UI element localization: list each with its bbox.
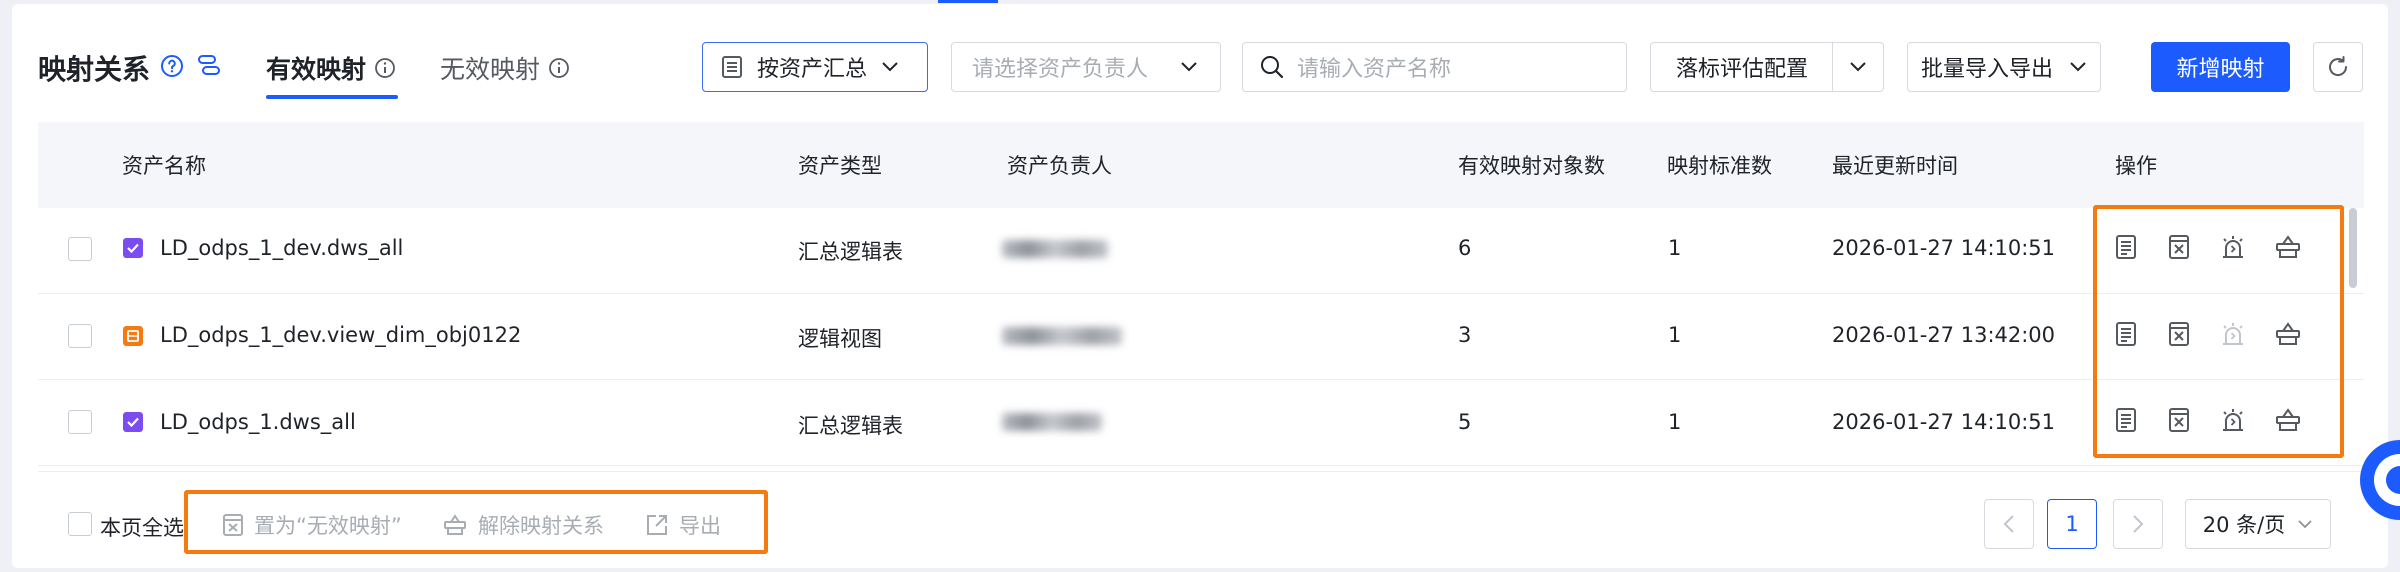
batch-import-export-button[interactable]: 批量导入导出 — [1907, 42, 2101, 92]
export-button[interactable]: 导出 — [645, 510, 721, 540]
chevron-down-icon — [2070, 62, 2086, 72]
valid-object-count: 6 — [1458, 236, 1472, 260]
tab-valid-mapping-label: 有效映射 — [266, 55, 367, 84]
standard-count: 1 — [1668, 323, 1682, 347]
column-header-updated-time: 最近更新时间 — [1832, 154, 1958, 178]
column-header-actions: 操作 — [2115, 154, 2157, 178]
chevron-right-icon — [2133, 515, 2144, 533]
info-icon — [549, 58, 569, 78]
pagination-page-1[interactable]: 1 — [2047, 499, 2097, 549]
document-icon — [722, 56, 742, 78]
standard-count: 1 — [1668, 410, 1682, 434]
chevron-left-icon — [2003, 515, 2014, 533]
owner-select-placeholder: 请选择资产负责人 — [972, 57, 1149, 82]
column-header-valid-objects: 有效映射对象数 — [1458, 154, 1605, 178]
owner-select[interactable]: 请选择资产负责人 — [951, 42, 1221, 92]
page-title: 映射关系 — [38, 53, 151, 86]
asset-search-input[interactable]: 请输入资产名称 — [1242, 42, 1627, 92]
owner-redacted — [1002, 240, 1108, 258]
refresh-button[interactable] — [2313, 42, 2363, 92]
page-size-select[interactable]: 20 条/页 — [2185, 499, 2331, 549]
active-tab-indicator — [266, 95, 398, 99]
alarm-icon[interactable] — [2219, 233, 2247, 261]
batch-import-export-label: 批量导入导出 — [1920, 57, 2053, 82]
add-mapping-label: 新增映射 — [2176, 57, 2265, 82]
valid-object-count: 5 — [1458, 410, 1472, 434]
updated-time: 2026-01-27 14:10:51 — [1832, 410, 2056, 434]
summary-table-icon — [123, 412, 143, 432]
set-invalid-button[interactable]: 置为“无效映射” — [222, 510, 402, 540]
pagination-prev-button[interactable] — [1984, 499, 2034, 549]
page-size-label: 20 条/页 — [2202, 513, 2286, 537]
asset-type: 汇总逻辑表 — [798, 414, 903, 438]
footer-divider — [38, 471, 2364, 472]
select-all-label[interactable]: 本页全选 — [100, 512, 184, 542]
unlink-icon[interactable] — [2274, 320, 2302, 348]
unlink-icon — [444, 514, 466, 535]
asset-type: 汇总逻辑表 — [798, 240, 903, 264]
pagination-next-button[interactable] — [2113, 499, 2163, 549]
table-header — [38, 122, 2364, 208]
unlink-icon[interactable] — [2274, 406, 2302, 434]
refresh-icon — [2329, 56, 2348, 76]
asset-name[interactable]: LD_odps_1.dws_all — [160, 410, 356, 434]
remove-mapping-button[interactable]: 解除映射关系 — [442, 510, 604, 540]
detail-icon[interactable] — [2112, 233, 2140, 261]
tab-valid-mapping[interactable]: 有效映射 — [266, 50, 396, 86]
export-label: 导出 — [679, 514, 721, 538]
set-invalid-icon[interactable] — [2165, 320, 2193, 348]
chevron-down-icon — [882, 62, 898, 72]
search-placeholder: 请输入资产名称 — [1297, 57, 1452, 82]
logical-view-icon — [123, 326, 143, 346]
updated-time: 2026-01-27 13:42:00 — [1832, 323, 2056, 347]
evaluation-config-label: 落标评估配置 — [1675, 57, 1808, 82]
chevron-down-icon — [1850, 62, 1866, 72]
select-all-checkbox[interactable] — [68, 512, 92, 536]
detail-icon[interactable] — [2112, 320, 2140, 348]
row-checkbox[interactable] — [68, 410, 92, 434]
view-switch-icon[interactable] — [196, 52, 222, 78]
updated-time: 2026-01-27 14:10:51 — [1832, 236, 2056, 260]
unlink-icon[interactable] — [2274, 233, 2302, 261]
assistant-icon — [2386, 466, 2400, 494]
standard-count: 1 — [1668, 236, 1682, 260]
set-invalid-icon[interactable] — [2165, 406, 2193, 434]
export-icon — [647, 515, 667, 535]
owner-redacted — [1002, 327, 1122, 345]
chevron-down-icon — [2298, 520, 2312, 529]
column-header-asset-name: 资产名称 — [122, 154, 206, 178]
tab-invalid-mapping-label: 无效映射 — [440, 55, 541, 84]
search-icon — [1261, 56, 1284, 79]
remove-mapping-label: 解除映射关系 — [478, 514, 604, 538]
column-header-owner: 资产负责人 — [1007, 154, 1112, 178]
chevron-down-icon — [1181, 62, 1197, 72]
help-icon[interactable] — [160, 54, 184, 78]
asset-name[interactable]: LD_odps_1_dev.dws_all — [160, 236, 403, 260]
set-invalid-label: 置为“无效映射” — [254, 514, 402, 538]
page-header: 映射关系 有效映射 无效映射 按资产汇总 请选择资产负责人 请输入资产名称 落标… — [0, 0, 2400, 120]
column-header-asset-type: 资产类型 — [798, 154, 882, 178]
add-mapping-button[interactable]: 新增映射 — [2151, 42, 2290, 92]
group-by-select[interactable]: 按资产汇总 — [702, 42, 928, 92]
tab-invalid-mapping[interactable]: 无效映射 — [440, 50, 570, 86]
info-icon — [375, 58, 395, 78]
asset-name[interactable]: LD_odps_1_dev.view_dim_obj0122 — [160, 323, 521, 347]
evaluation-config-dropdown[interactable] — [1832, 42, 1884, 92]
evaluation-config-button[interactable]: 落标评估配置 — [1650, 42, 1834, 92]
detail-icon[interactable] — [2112, 406, 2140, 434]
owner-redacted — [1002, 413, 1102, 431]
asset-type: 逻辑视图 — [798, 327, 882, 351]
invalid-doc-icon — [223, 514, 243, 536]
set-invalid-icon[interactable] — [2165, 233, 2193, 261]
alarm-icon[interactable] — [2219, 406, 2247, 434]
row-checkbox[interactable] — [68, 237, 92, 261]
valid-object-count: 3 — [1458, 323, 1472, 347]
group-by-label: 按资产汇总 — [757, 57, 868, 82]
column-header-standard-count: 映射标准数 — [1667, 154, 1772, 178]
alarm-icon[interactable] — [2219, 320, 2247, 348]
table-scrollbar[interactable] — [2349, 208, 2357, 288]
summary-table-icon — [123, 238, 143, 258]
row-checkbox[interactable] — [68, 324, 92, 348]
